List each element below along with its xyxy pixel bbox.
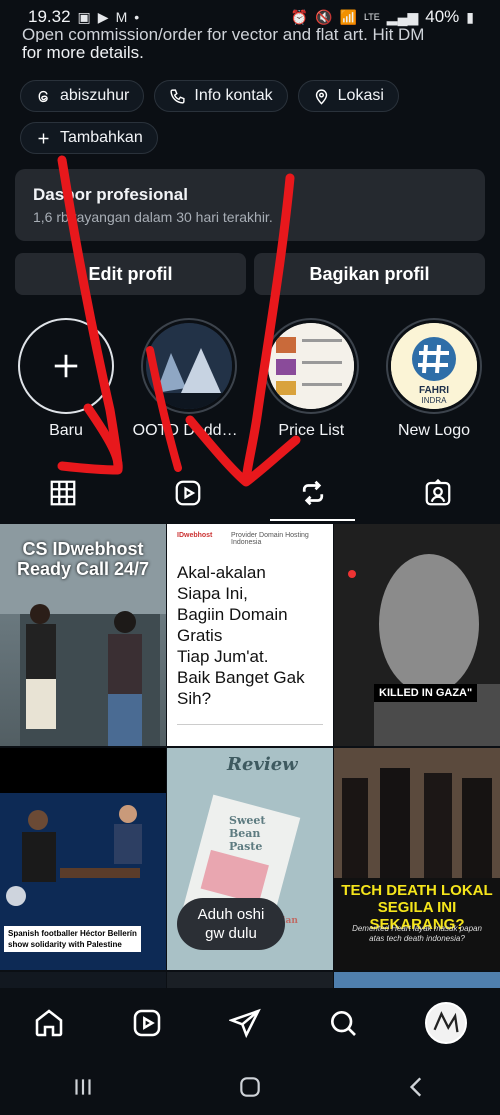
repost-icon [302, 480, 323, 506]
contact-info-label: Info kontak [194, 87, 273, 104]
tab-reels[interactable] [125, 465, 250, 521]
contact-info-chip[interactable]: Info kontak [154, 80, 288, 112]
add-link-label: Tambahkan [60, 129, 143, 146]
tooltip-line: Aduh oshi [197, 906, 265, 923]
post-headline: TECH DEATH LOKAL [341, 882, 493, 899]
book-title: Sweet Bean Paste [229, 814, 266, 853]
highlight-new[interactable]: Baru [10, 318, 122, 440]
post-line: Siapa Ini, [177, 584, 248, 603]
post-image [334, 524, 500, 746]
post-line: Akal-akalan [177, 563, 266, 582]
logo-thumbnail-art: FAHRI INDRA [390, 323, 477, 409]
plus-icon [38, 133, 49, 143]
new-highlight-ring [18, 318, 114, 414]
highlight-label: New Logo [397, 422, 470, 439]
reels-icon [175, 480, 200, 506]
battery-percent: 40% [425, 7, 460, 26]
home-button-icon[interactable] [237, 1074, 263, 1100]
highlight-label: OOTD Deddy JK... [132, 422, 245, 439]
search-icon[interactable] [327, 1007, 359, 1039]
gmail-notification-icon: M [115, 9, 128, 25]
highlight-new-logo[interactable]: FAHRI INDRA New Logo [378, 318, 490, 440]
bottom-navigation [0, 988, 500, 1058]
post-subtitle: Ready Call 24/7 [16, 559, 150, 579]
logo-title: FAHRI [419, 385, 449, 396]
recent-apps-icon[interactable] [70, 1074, 96, 1100]
tab-tagged[interactable] [375, 465, 500, 521]
price-list-thumbnail-art [268, 323, 355, 409]
grid-icon [50, 480, 75, 506]
post-caption-line: Spanish footballer Héctor Bellerín [8, 929, 137, 938]
profile-bio: Open commission/order for vector and fla… [22, 28, 482, 64]
logo-subtitle: INDRA [422, 396, 448, 405]
profile-links: abiszuhur Info kontak Lokasi Tambahkan [20, 80, 490, 154]
post-line: Bagiin Domain Gratis [177, 605, 288, 645]
divider [177, 724, 323, 725]
avatar-image [433, 1011, 459, 1033]
post-caption-line: show solidarity with Palestine [8, 940, 122, 949]
grid-post[interactable]: KILLED IN GAZA" [334, 524, 500, 746]
post-brand: IDwebhost [177, 532, 213, 539]
highlight-thumbnail [145, 323, 232, 409]
location-pin-icon [315, 88, 327, 105]
wifi-icon: 📶 [339, 8, 357, 25]
post-tagline: Provider Domain Hosting Indonesia [231, 532, 309, 546]
alarm-icon: ⏰ [290, 8, 309, 25]
profile-avatar[interactable] [425, 1002, 467, 1044]
threads-icon [38, 90, 48, 102]
status-time: 19.32 [28, 7, 71, 26]
post-caption: KILLED IN GAZA" [374, 684, 478, 702]
plus-icon [54, 354, 78, 378]
threads-link-label: abiszuhur [60, 87, 130, 104]
back-icon[interactable] [404, 1074, 430, 1100]
post-title: CS IDwebhost [22, 539, 144, 559]
signal-icon: ▂▄▆ [386, 8, 419, 25]
reels-nav-icon[interactable] [131, 1007, 163, 1039]
media-notification-icon: ▶ [97, 8, 109, 25]
grid-post[interactable]: TECH DEATH LOKAL SEGILA INI SEKARANG? De… [334, 748, 500, 970]
bio-line-1: Open commission/order for vector and fla… [22, 28, 425, 42]
home-icon[interactable] [33, 1007, 65, 1039]
share-profile-button[interactable]: Bagikan profil [254, 253, 485, 295]
profile-actions: Edit profil Bagikan profil [15, 253, 485, 295]
phone-icon [170, 88, 185, 104]
highlight-label: Price List [278, 422, 345, 439]
location-chip[interactable]: Lokasi [297, 80, 399, 112]
edit-profile-button[interactable]: Edit profil [15, 253, 246, 295]
post-subtext: Demented Heart layak masuk papan atas te… [352, 924, 482, 943]
bio-line-2: for more details. [22, 43, 144, 62]
grid-post[interactable]: IDwebhost Provider Domain Hosting Indone… [167, 524, 333, 746]
post-text-block: Akal-akalan Siapa Ini, Bagiin Domain Gra… [177, 562, 333, 709]
professional-dashboard[interactable]: Dasbor profesional 1,6 rb tayangan dalam… [15, 169, 485, 241]
more-notifications-icon: • [134, 9, 140, 25]
dashboard-subtitle: 1,6 rb tayangan dalam 30 hari terakhir. [33, 209, 273, 225]
direct-message-icon[interactable] [229, 1007, 261, 1039]
battery-icon: ▮ [466, 8, 474, 25]
story-highlights: Baru OOTD Deddy JK... [10, 318, 490, 440]
tooltip-bubble: Aduh oshi gw dulu [177, 898, 285, 950]
threads-link-chip[interactable]: abiszuhur [20, 80, 145, 112]
ootd-thumbnail-art [145, 323, 232, 409]
tab-reposts[interactable] [250, 465, 375, 521]
grid-post[interactable]: Spanish footballer Héctor Bellerín show … [0, 748, 166, 970]
add-link-chip[interactable]: Tambahkan [20, 122, 158, 154]
tab-posts-grid[interactable] [0, 465, 125, 521]
post-line: Tiap Jum'at. [177, 647, 269, 666]
tooltip-line: gw dulu [205, 925, 257, 942]
dashboard-title: Dasbor profesional [33, 185, 188, 204]
tagged-person-icon [425, 478, 450, 506]
highlight-thumbnail: FAHRI INDRA [390, 323, 477, 409]
grid-post[interactable]: CS IDwebhost Ready Call 24/7 [0, 524, 166, 746]
highlight-thumbnail [268, 323, 355, 409]
highlight-ootd[interactable]: OOTD Deddy JK... [133, 318, 245, 440]
highlight-price-list[interactable]: Price List [255, 318, 367, 440]
location-label: Lokasi [337, 87, 384, 104]
mute-icon: 🔇 [315, 8, 333, 25]
profile-tabs [0, 465, 500, 521]
gallery-notification-icon: ▣ [77, 8, 91, 25]
system-navigation [0, 1058, 500, 1115]
network-label: LTE [363, 12, 380, 22]
highlight-label: Baru [49, 422, 83, 439]
post-line: Baik Banget Gak Sih? [177, 668, 305, 708]
